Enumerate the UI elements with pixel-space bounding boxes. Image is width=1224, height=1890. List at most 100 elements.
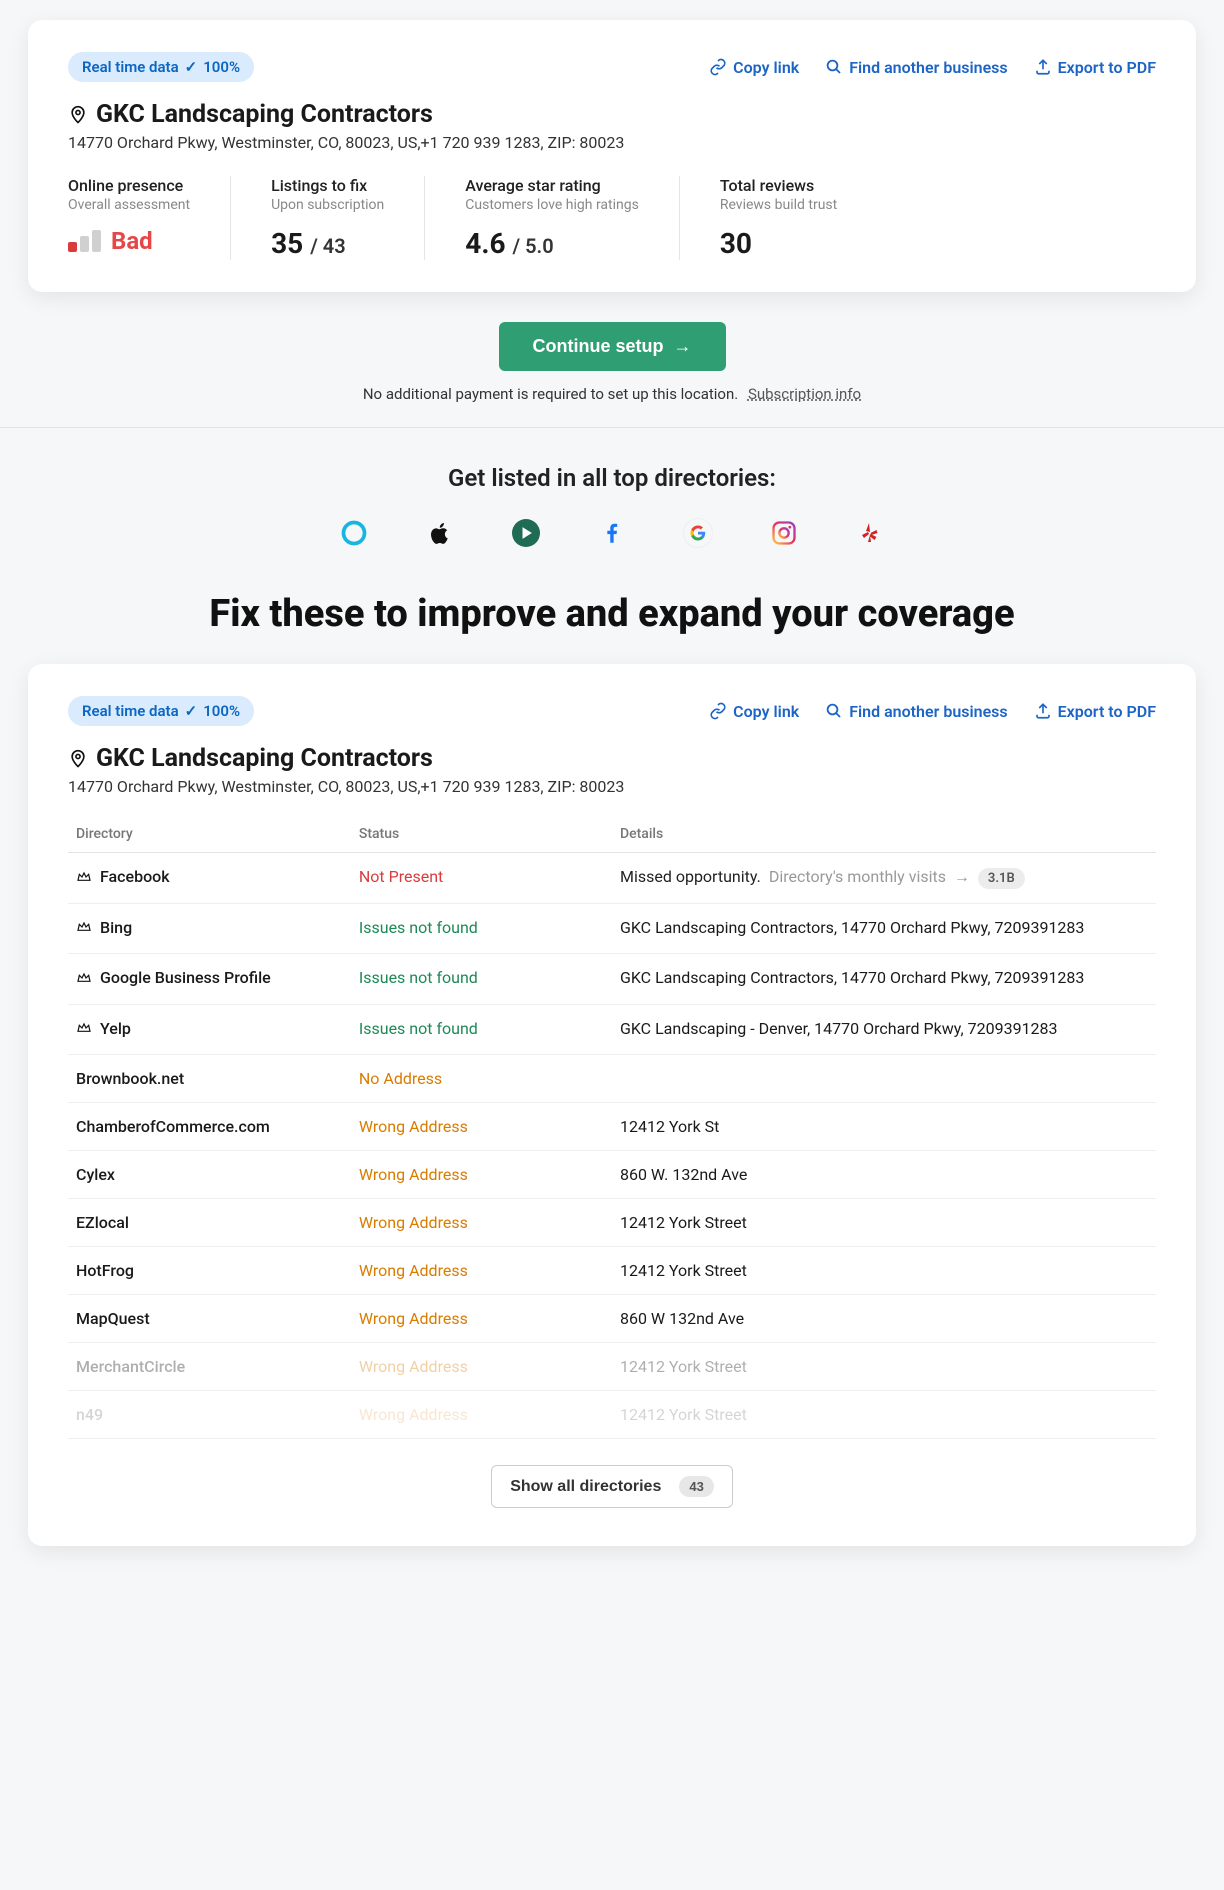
details-text: 12412 York Street [620, 1405, 747, 1424]
directory-name: Yelp [76, 1019, 131, 1038]
export-pdf-button[interactable]: Export to PDF [1034, 702, 1156, 721]
status-text: Issues not found [359, 968, 478, 987]
link-icon [709, 58, 727, 76]
apple-icon [425, 518, 455, 548]
stat-total-reviews: Total reviews Reviews build trust 30 [720, 176, 837, 260]
copy-link-button[interactable]: Copy link [709, 58, 799, 77]
directory-name: Cylex [76, 1165, 115, 1184]
status-text: No Address [359, 1069, 442, 1088]
search-icon [825, 702, 843, 720]
copy-link-label: Copy link [733, 702, 799, 721]
directory-name: Bing [76, 918, 132, 937]
status-text: Issues not found [359, 918, 478, 937]
details-text: 860 W 132nd Ave [620, 1309, 744, 1328]
stat-online-presence: Online presence Overall assessment Bad [68, 176, 231, 260]
status-text: Issues not found [359, 1019, 478, 1038]
show-all-directories-button[interactable]: Show all directories 43 [491, 1465, 733, 1508]
table-row: HotFrogWrong Address12412 York Street [68, 1247, 1156, 1295]
stat-label: Total reviews [720, 176, 837, 195]
export-pdf-button[interactable]: Export to PDF [1034, 58, 1156, 77]
status-text: Wrong Address [359, 1213, 468, 1232]
google-icon [683, 518, 713, 548]
realtime-label: Real time data [82, 58, 179, 76]
continue-setup-button[interactable]: Continue setup → [499, 322, 726, 371]
fix-heading: Fix these to improve and expand your cov… [0, 592, 1224, 636]
details-text: 860 W. 132nd Ave [620, 1165, 747, 1184]
summary-card: Real time data ✓ 100% Copy link Find ano… [28, 20, 1196, 292]
copy-link-button[interactable]: Copy link [709, 702, 799, 721]
status-text: Wrong Address [359, 1309, 468, 1328]
find-business-button[interactable]: Find another business [825, 58, 1007, 77]
stat-avg-rating: Average star rating Customers love high … [465, 176, 680, 260]
th-directory: Directory [68, 816, 351, 853]
table-row: MapQuest Wrong Address 860 W 132nd Ave [68, 1295, 1156, 1343]
table-row: Google Business ProfileIssues not foundG… [68, 954, 1156, 1005]
coverage-actions: Copy link Find another business Export t… [709, 702, 1156, 721]
export-icon [1034, 58, 1052, 76]
pin-icon [68, 749, 88, 769]
continue-setup-label: Continue setup [533, 336, 664, 357]
details-text: GKC Landscaping - Denver, 14770 Orchard … [620, 1019, 1058, 1038]
table-row: ChamberofCommerce.comWrong Address12412 … [68, 1103, 1156, 1151]
presence-value: Bad [111, 227, 153, 255]
stat-label: Listings to fix [271, 176, 384, 195]
rating-big: 4.6 [465, 227, 505, 260]
directory-name: EZlocal [76, 1213, 129, 1232]
table-row: FacebookNot PresentMissed opportunity.Di… [68, 853, 1156, 904]
details-text: GKC Landscaping Contractors, 14770 Orcha… [620, 918, 1084, 937]
realtime-percent: 100% [203, 702, 240, 720]
summary-top-row: Real time data ✓ 100% Copy link Find ano… [68, 52, 1156, 82]
table-row: Brownbook.netNo Address [68, 1055, 1156, 1103]
th-details: Details [612, 816, 1156, 853]
stat-label: Average star rating [465, 176, 639, 195]
table-row: EZlocalWrong Address12412 York Street [68, 1199, 1156, 1247]
amazon-alexa-icon [339, 518, 369, 548]
copy-link-label: Copy link [733, 58, 799, 77]
check-icon: ✓ [185, 58, 198, 76]
stat-sub: Reviews build trust [720, 197, 837, 213]
listings-big: 35 [271, 227, 303, 260]
check-icon: ✓ [185, 702, 198, 720]
directory-icons-row [0, 518, 1224, 548]
directory-name: HotFrog [76, 1261, 134, 1280]
crown-icon [76, 1020, 92, 1036]
facebook-icon [597, 518, 627, 548]
subscription-info-link[interactable]: Subscription info [748, 385, 861, 403]
directory-name: Google Business Profile [76, 968, 271, 987]
yelp-icon [855, 518, 885, 548]
find-business-label: Find another business [849, 58, 1007, 77]
find-business-button[interactable]: Find another business [825, 702, 1007, 721]
reviews-big: 30 [720, 227, 837, 260]
realtime-label: Real time data [82, 702, 179, 720]
table-row: MerchantCircleWrong Address12412 York St… [68, 1343, 1156, 1391]
instagram-icon [769, 518, 799, 548]
status-text: Wrong Address [359, 1117, 468, 1136]
crown-icon [76, 919, 92, 935]
status-text: Wrong Address [359, 1165, 468, 1184]
signal-bars-icon [68, 230, 101, 252]
coverage-card: Real time data ✓ 100% Copy link Find ano… [28, 664, 1196, 1546]
listings-small: / 43 [310, 234, 345, 258]
directories-heading: Get listed in all top directories: [0, 464, 1224, 492]
arrow-right-icon: → [674, 336, 692, 357]
coverage-top-row: Real time data ✓ 100% Copy link Find ano… [68, 696, 1156, 726]
details-text: 12412 York Street [620, 1357, 747, 1376]
directory-name: MapQuest [76, 1309, 150, 1328]
cta-section: Continue setup → No additional payment i… [0, 322, 1224, 403]
summary-actions: Copy link Find another business Export t… [709, 58, 1156, 77]
stat-sub: Overall assessment [68, 197, 190, 213]
rating-small: / 5.0 [513, 234, 554, 258]
crown-icon [76, 970, 92, 986]
table-row: n49Wrong Address12412 York Street [68, 1391, 1156, 1439]
business-title-row: GKC Landscaping Contractors [68, 744, 1156, 773]
status-text: Wrong Address [359, 1261, 468, 1280]
business-name: GKC Landscaping Contractors [96, 744, 433, 773]
link-icon [709, 702, 727, 720]
stat-sub: Upon subscription [271, 197, 384, 213]
table-row: Yelp Issues not found GKC Landscaping - De… [68, 1004, 1156, 1055]
show-all-label: Show all directories [510, 1478, 661, 1496]
search-icon [825, 58, 843, 76]
th-status: Status [351, 816, 612, 853]
business-address: 14770 Orchard Pkwy, Westminster, CO, 800… [68, 777, 1156, 796]
section-divider [0, 427, 1224, 428]
